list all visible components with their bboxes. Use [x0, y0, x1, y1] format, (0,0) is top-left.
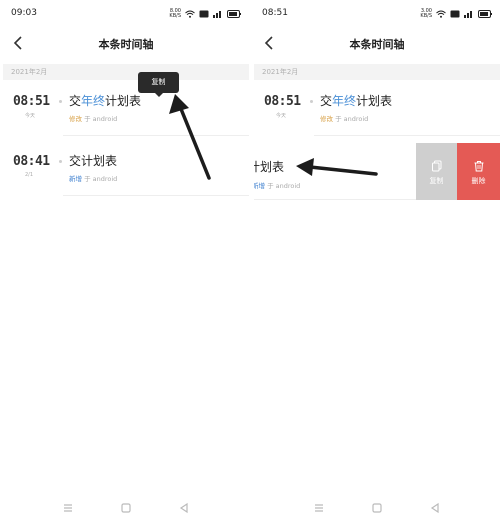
hd-icon — [199, 10, 209, 18]
menu-nav-icon[interactable] — [312, 501, 326, 515]
copy-icon — [431, 160, 441, 172]
copy-tooltip[interactable]: 复制 — [138, 72, 179, 97]
net-speed: 3.00 KB/S — [420, 8, 432, 19]
swiped-entry[interactable]: 计划表 新增 于 android 复制 删除 — [254, 143, 500, 200]
entry-meta: 新增 于 android — [69, 175, 118, 183]
delete-button[interactable]: 删除 — [457, 143, 500, 200]
title-bar: 本条时间轴 — [254, 32, 500, 54]
nav-bar — [3, 501, 249, 515]
right-screen: 08:51 3.00 KB/S 本条时间轴 2021年2月 08:51 今天 交年… — [254, 0, 500, 525]
nav-bar — [254, 501, 500, 515]
entry-title: 计划表 — [254, 160, 285, 174]
entry-date: 今天 — [276, 113, 287, 119]
left-screen: 09:03 8.00 KB/S 本条时间轴 2021年2月 08:51 今天 交年… — [3, 0, 249, 525]
entry-title: 交计划表 — [69, 154, 118, 168]
month-header: 2021年2月 — [3, 64, 249, 80]
status-icons: 3.00 KB/S — [420, 9, 492, 19]
battery-icon — [227, 10, 241, 18]
back-nav-icon[interactable] — [428, 501, 442, 515]
entry-meta: 修改 于 android — [320, 115, 369, 123]
signal-icon — [213, 11, 221, 18]
status-icons: 8.00 KB/S — [169, 9, 241, 19]
entry-title: 交年终计划表 — [69, 94, 142, 108]
back-nav-icon[interactable] — [177, 501, 191, 515]
timeline-dot — [59, 100, 62, 103]
month-header: 2021年2月 — [254, 64, 500, 80]
page-title: 本条时间轴 — [98, 38, 154, 51]
entry-meta: 新增 于 android — [254, 182, 301, 190]
wifi-icon — [185, 10, 195, 18]
entry-time: 08:51 — [264, 94, 301, 109]
menu-nav-icon[interactable] — [61, 501, 75, 515]
hd-icon — [450, 10, 460, 18]
page-title: 本条时间轴 — [349, 38, 405, 51]
timeline-dot — [59, 160, 62, 163]
status-bar: 08:51 3.00 KB/S — [254, 8, 500, 22]
entry-date: 今天 — [25, 113, 36, 119]
timeline-entry[interactable]: 08:51 今天 交年终计划表 修改 于 android — [254, 86, 500, 136]
status-time: 08:51 — [262, 8, 288, 18]
entry-meta: 修改 于 android — [69, 115, 118, 123]
entry-title: 交年终计划表 — [320, 94, 393, 108]
divider — [314, 135, 500, 136]
status-bar: 09:03 8.00 KB/S — [3, 8, 249, 22]
wifi-icon — [436, 10, 446, 18]
home-nav-icon[interactable] — [119, 501, 133, 515]
entry-time: 08:51 — [13, 94, 50, 109]
divider — [63, 195, 249, 196]
home-nav-icon[interactable] — [370, 501, 384, 515]
timeline-entry[interactable]: 08:41 2/1 交计划表 新增 于 android — [3, 146, 249, 196]
entry-time: 08:41 — [13, 154, 50, 169]
trash-icon — [474, 161, 483, 172]
timeline-entry[interactable]: 08:51 今天 交年终计划表 修改 于 android — [3, 86, 249, 136]
signal-icon — [464, 11, 472, 18]
divider — [63, 135, 249, 136]
timeline-dot — [310, 100, 313, 103]
entry-date: 2/1 — [25, 172, 34, 178]
copy-button[interactable]: 复制 — [416, 143, 457, 200]
battery-icon — [478, 10, 492, 18]
status-time: 09:03 — [11, 8, 37, 18]
title-bar: 本条时间轴 — [3, 32, 249, 54]
net-speed: 8.00 KB/S — [169, 8, 181, 19]
